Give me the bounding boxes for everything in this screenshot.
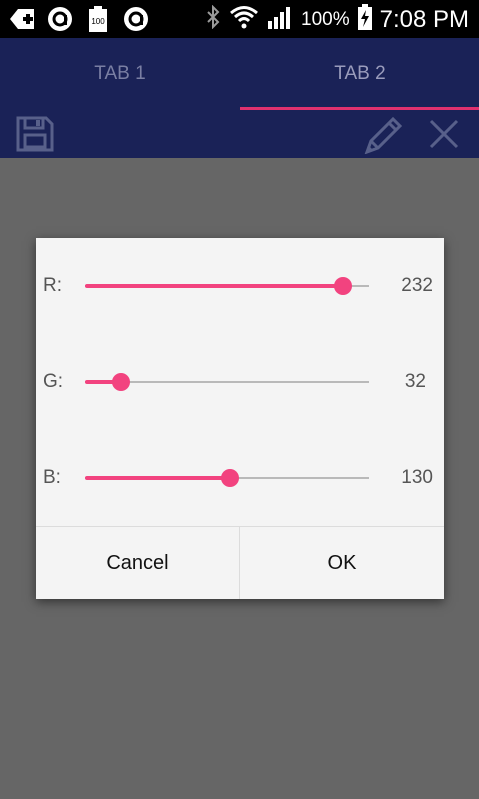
slider-thumb-green[interactable] xyxy=(111,373,130,391)
close-icon[interactable] xyxy=(428,118,460,150)
bluetooth-icon xyxy=(205,4,221,35)
slider-track-red[interactable] xyxy=(85,277,369,295)
slider-row-red: R: 232 xyxy=(36,266,444,306)
ok-button[interactable]: OK xyxy=(240,527,444,599)
slider-track-blue[interactable] xyxy=(85,469,369,487)
app-a-icon xyxy=(122,6,150,32)
save-icon[interactable] xyxy=(16,116,54,152)
slider-label-red: R: xyxy=(43,275,62,296)
slider-fill-blue xyxy=(85,476,230,480)
slider-row-green: G: 32 xyxy=(36,362,444,402)
slider-row-blue: B: 130 xyxy=(36,458,444,498)
edit-icon[interactable] xyxy=(363,114,405,154)
clock: 7:08 PM xyxy=(379,6,469,33)
status-bar: 100 100% 7:08 PM xyxy=(0,0,479,38)
svg-text:100: 100 xyxy=(91,17,105,26)
slider-label-blue: B: xyxy=(43,467,61,488)
battery-percent: 100% xyxy=(301,9,350,30)
slider-value-green: 32 xyxy=(404,371,426,392)
app-bar: TAB 1 TAB 2 xyxy=(0,38,479,158)
slider-value-red: 232 xyxy=(401,275,433,296)
tab-1[interactable]: TAB 1 xyxy=(0,38,240,110)
slider-thumb-blue[interactable] xyxy=(220,469,239,487)
wifi-icon xyxy=(229,5,259,35)
tab-2[interactable]: TAB 2 xyxy=(240,38,479,110)
battery-charging-icon xyxy=(357,4,372,36)
app-a-icon xyxy=(46,6,74,32)
tab-indicator xyxy=(240,107,479,110)
slider-thumb-red[interactable] xyxy=(334,277,353,295)
rgb-color-dialog: R: 232 G: 32 B: 130 Cancel OK xyxy=(36,238,444,599)
slider-value-blue: 130 xyxy=(401,467,433,488)
signal-icon xyxy=(267,5,293,35)
slider-fill-red xyxy=(85,284,344,288)
slider-track-green[interactable] xyxy=(85,373,369,391)
cancel-button[interactable]: Cancel xyxy=(36,527,239,599)
slider-label-green: G: xyxy=(43,371,64,392)
battery-100-icon: 100 xyxy=(84,6,112,32)
notification-plus-icon xyxy=(8,6,36,32)
